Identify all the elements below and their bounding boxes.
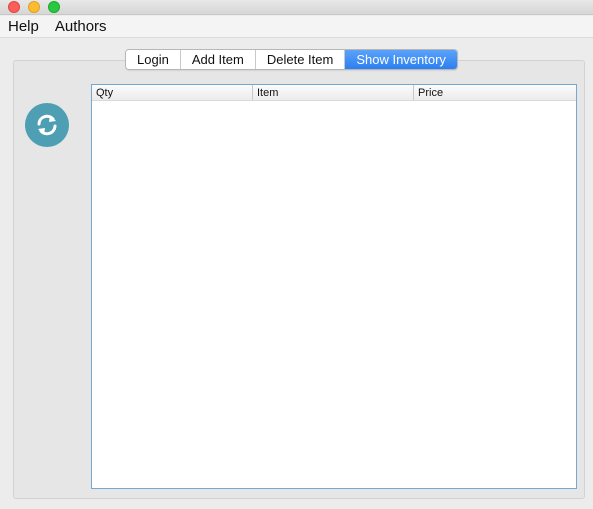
column-header-qty[interactable]: Qty <box>92 85 253 100</box>
close-window-button[interactable] <box>8 1 20 13</box>
menu-authors[interactable]: Authors <box>47 16 115 38</box>
refresh-button[interactable] <box>25 103 69 147</box>
menu-help[interactable]: Help <box>0 16 47 38</box>
tab-login[interactable]: Login <box>126 50 181 69</box>
minimize-window-button[interactable] <box>28 1 40 13</box>
table-header: Qty Item Price <box>92 85 576 101</box>
tab-add-item[interactable]: Add Item <box>180 50 256 69</box>
refresh-icon <box>37 114 57 136</box>
app-window: Help Authors Login Add Item Delete Item … <box>0 0 593 509</box>
menu-bar: Help Authors <box>0 16 593 38</box>
inventory-table[interactable]: Qty Item Price <box>91 84 577 489</box>
column-header-price[interactable]: Price <box>414 85 576 100</box>
table-body[interactable] <box>92 101 576 488</box>
tab-show-inventory[interactable]: Show Inventory <box>345 50 457 69</box>
column-header-item[interactable]: Item <box>253 85 414 100</box>
tab-delete-item[interactable]: Delete Item <box>255 50 346 69</box>
zoom-window-button[interactable] <box>48 1 60 13</box>
title-bar[interactable] <box>0 0 593 15</box>
tab-bar: Login Add Item Delete Item Show Inventor… <box>125 49 458 70</box>
